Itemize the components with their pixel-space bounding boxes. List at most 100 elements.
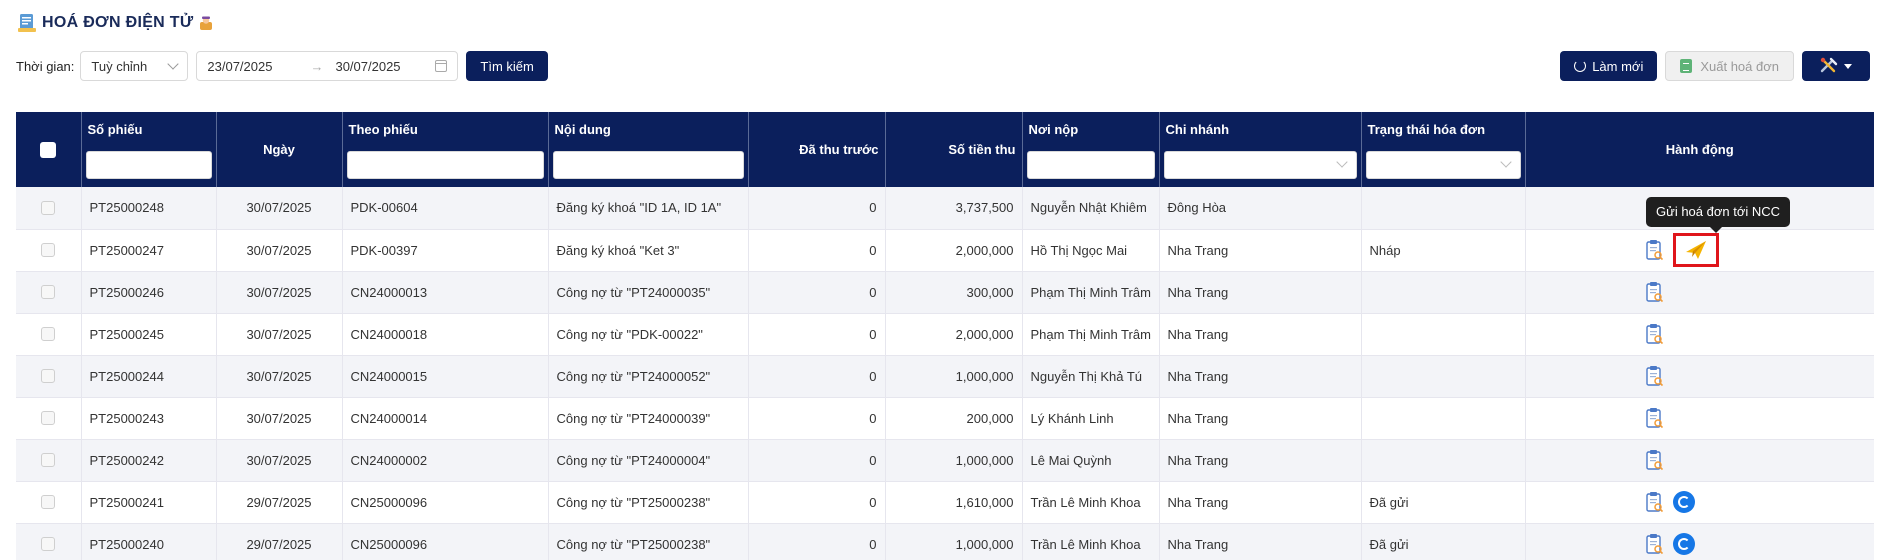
date-from-input[interactable]: 23/07/2025 [207,59,272,74]
arrow-right-icon: → [310,58,324,74]
cell-so-tien-thu: 2,000,000 [885,229,1023,272]
cell-so-phieu: PT25000245 [81,313,217,356]
view-invoice-clipboard-icon[interactable] [1645,407,1663,429]
refresh-label: Làm mới [1592,58,1644,74]
view-invoice-clipboard-icon[interactable] [1645,323,1663,345]
header-select-all [16,112,82,187]
row-actions [1645,323,1867,345]
table-body: PT25000248 30/07/2025 PDK-00604 Đăng ký … [16,187,1874,560]
filter-noi-dung-input[interactable] [552,151,744,179]
table-row[interactable]: PT25000245 30/07/2025 CN24000018 Công nợ… [16,313,1874,356]
cell-trang-thai [1361,313,1526,356]
row-checkbox[interactable] [41,411,56,425]
row-checkbox[interactable] [41,200,56,215]
invoice-table-container: Số phiếu Ngày Theo phiếu Nội dung Đã thu… [16,112,1874,560]
caret-down-icon [1844,63,1852,69]
row-checkbox[interactable] [41,369,56,383]
cell-actions [1525,439,1874,482]
tools-dropdown-button[interactable] [1802,51,1870,81]
view-invoice-clipboard-icon[interactable] [1645,281,1663,303]
filter-noi-nop-input[interactable] [1026,151,1155,179]
view-invoice-clipboard-icon[interactable] [1645,491,1663,513]
cell-actions [1525,229,1874,272]
cell-theo-phieu: CN24000002 [342,439,549,482]
cell-da-thu-truoc: 0 [748,355,886,398]
refresh-button[interactable]: Làm mới [1560,51,1658,81]
sync-icon[interactable] [1672,491,1695,513]
cell-trang-thai [1361,439,1526,482]
cell-theo-phieu: CN25000096 [342,481,549,524]
cell-theo-phieu: CN24000013 [342,271,549,314]
cell-noi-dung: Công nợ từ "PT25000238" [548,523,749,560]
cell-actions [1525,481,1874,524]
table-row[interactable]: PT25000248 30/07/2025 PDK-00604 Đăng ký … [16,187,1874,230]
cell-so-phieu: PT25000244 [81,355,217,398]
header-hanh-dong-label: Hành động [1665,142,1734,157]
cell-chi-nhanh: Nha Trang [1159,439,1362,482]
header-so-phieu-label: Số phiếu [87,122,143,137]
cell-ngay: 30/07/2025 [216,355,343,398]
table-row[interactable]: PT25000247 30/07/2025 PDK-00397 Đăng ký … [16,229,1874,272]
table-row[interactable]: PT25000242 30/07/2025 CN24000002 Công nợ… [16,439,1874,482]
header-noi-nop-label: Nơi nộp [1028,122,1079,137]
row-checkbox[interactable] [41,327,56,341]
table-row[interactable]: PT25000240 29/07/2025 CN25000096 Công nợ… [16,523,1874,560]
calendar-icon [435,60,448,72]
cell-da-thu-truoc: 0 [748,313,886,356]
select-all-checkbox[interactable] [40,141,57,158]
view-invoice-clipboard-icon[interactable] [1645,365,1663,387]
cell-so-phieu: PT25000242 [81,439,217,482]
right-toolbar: Làm mới Xuất hoá đơn [1560,51,1870,81]
filter-chi-nhanh-select[interactable] [1163,151,1357,179]
search-button[interactable]: Tìm kiếm [466,51,548,81]
export-invoice-button[interactable]: Xuất hoá đơn [1665,51,1794,81]
header-noi-dung: Nội dung [548,112,749,187]
cell-so-phieu: PT25000243 [81,397,217,440]
filter-trang-thai-select[interactable] [1365,151,1521,179]
cell-noi-nop: Trần Lê Minh Khoa [1022,481,1160,524]
cell-so-tien-thu: 1,000,000 [885,355,1023,398]
date-range-picker[interactable]: 23/07/2025 → 30/07/2025 [196,51,459,81]
row-actions [1645,281,1867,303]
chevron-down-icon [1335,156,1348,168]
cell-da-thu-truoc: 0 [748,481,886,524]
cell-ngay: 29/07/2025 [216,481,343,524]
date-to-input[interactable]: 30/07/2025 [335,59,400,74]
row-checkbox[interactable] [41,495,56,509]
filter-so-phieu-input[interactable] [85,151,212,179]
cell-so-tien-thu: 1,610,000 [885,481,1023,524]
cell-theo-phieu: PDK-00604 [342,187,549,230]
header-theo-phieu: Theo phiếu [342,112,549,187]
table-row[interactable]: PT25000241 29/07/2025 CN25000096 Công nợ… [16,481,1874,524]
table-row[interactable]: PT25000246 30/07/2025 CN24000013 Công nợ… [16,271,1874,314]
cell-ngay: 30/07/2025 [216,439,343,482]
sync-icon[interactable] [1672,533,1695,555]
row-checkbox[interactable] [41,537,56,551]
row-checkbox[interactable] [41,285,56,299]
cell-noi-nop: Trần Lê Minh Khoa [1022,523,1160,560]
table-row[interactable]: PT25000244 30/07/2025 CN24000015 Công nợ… [16,355,1874,398]
row-actions [1645,491,1867,513]
send-invoice-button[interactable] [1672,233,1719,267]
cell-da-thu-truoc: 0 [748,397,886,440]
header-theo-phieu-label: Theo phiếu [348,122,418,137]
time-range-select[interactable]: Tuỳ chỉnh [80,51,189,81]
cell-chi-nhanh: Nha Trang [1159,271,1362,314]
view-invoice-clipboard-icon[interactable] [1645,533,1663,555]
header-chi-nhanh: Chi nhánh [1159,112,1362,187]
cell-chi-nhanh: Nha Trang [1159,523,1362,560]
send-invoice-tooltip: Gửi hoá đơn tới NCC [1646,197,1791,233]
header-so-tien-thu-label: Số tiền thu [948,142,1016,157]
row-select-cell [16,397,82,440]
row-checkbox[interactable] [41,453,56,467]
cell-so-tien-thu: 2,000,000 [885,313,1023,356]
view-invoice-clipboard-icon[interactable] [1645,239,1663,261]
cell-theo-phieu: CN24000014 [342,397,549,440]
table-row[interactable]: PT25000243 30/07/2025 CN24000014 Công nợ… [16,397,1874,440]
cell-ngay: 30/07/2025 [216,271,343,314]
view-invoice-clipboard-icon[interactable] [1645,449,1663,471]
row-checkbox[interactable] [41,243,56,257]
cell-ngay: 30/07/2025 [216,397,343,440]
filter-theo-phieu-input[interactable] [346,151,544,179]
cell-noi-dung: Công nợ từ "PT25000238" [548,481,749,524]
